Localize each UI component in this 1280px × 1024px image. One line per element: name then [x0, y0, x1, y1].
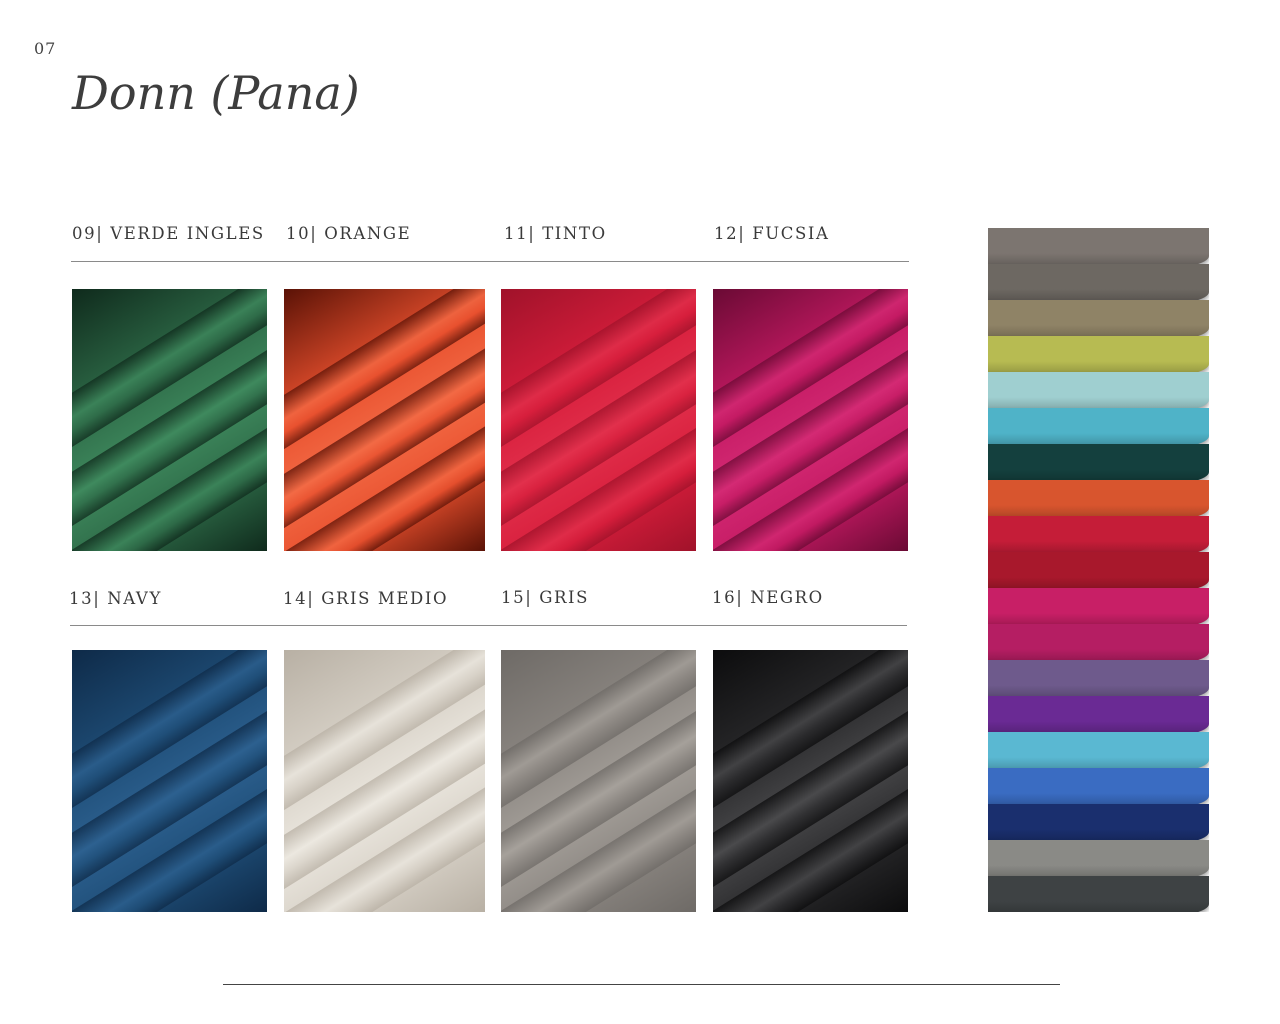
- page-title: Donn (Pana): [72, 66, 360, 120]
- fabric-band: [988, 876, 1209, 912]
- swatch-label-gris-medio: 14| GRIS MEDIO: [283, 589, 449, 608]
- swatch-image-fucsia: [713, 289, 908, 551]
- footer-divider: [223, 984, 1060, 985]
- row-divider-bottom: [70, 625, 907, 626]
- swatch-image-negro: [713, 650, 908, 912]
- swatch-image-verde-ingles: [72, 289, 267, 551]
- swatch-label-negro: 16| NEGRO: [712, 588, 824, 607]
- swatch-label-gris: 15| GRIS: [501, 588, 590, 607]
- swatch-label-orange: 10| ORANGE: [286, 224, 412, 243]
- swatch-label-fucsia: 12| FUCSIA: [714, 224, 830, 243]
- swatch-label-navy: 13| NAVY: [69, 589, 162, 608]
- swatch-image-orange: [284, 289, 485, 551]
- swatch-image-tinto: [501, 289, 696, 551]
- swatch-image-gris-medio: [284, 650, 485, 912]
- page-number: 07: [34, 39, 57, 58]
- swatch-image-navy: [72, 650, 267, 912]
- swatch-image-gris: [501, 650, 696, 912]
- fabric-stack-image: [988, 228, 1209, 912]
- row-divider-top: [71, 261, 909, 262]
- swatch-label-tinto: 11| TINTO: [504, 224, 607, 243]
- swatch-label-verde-ingles: 09| VERDE INGLES: [72, 224, 265, 243]
